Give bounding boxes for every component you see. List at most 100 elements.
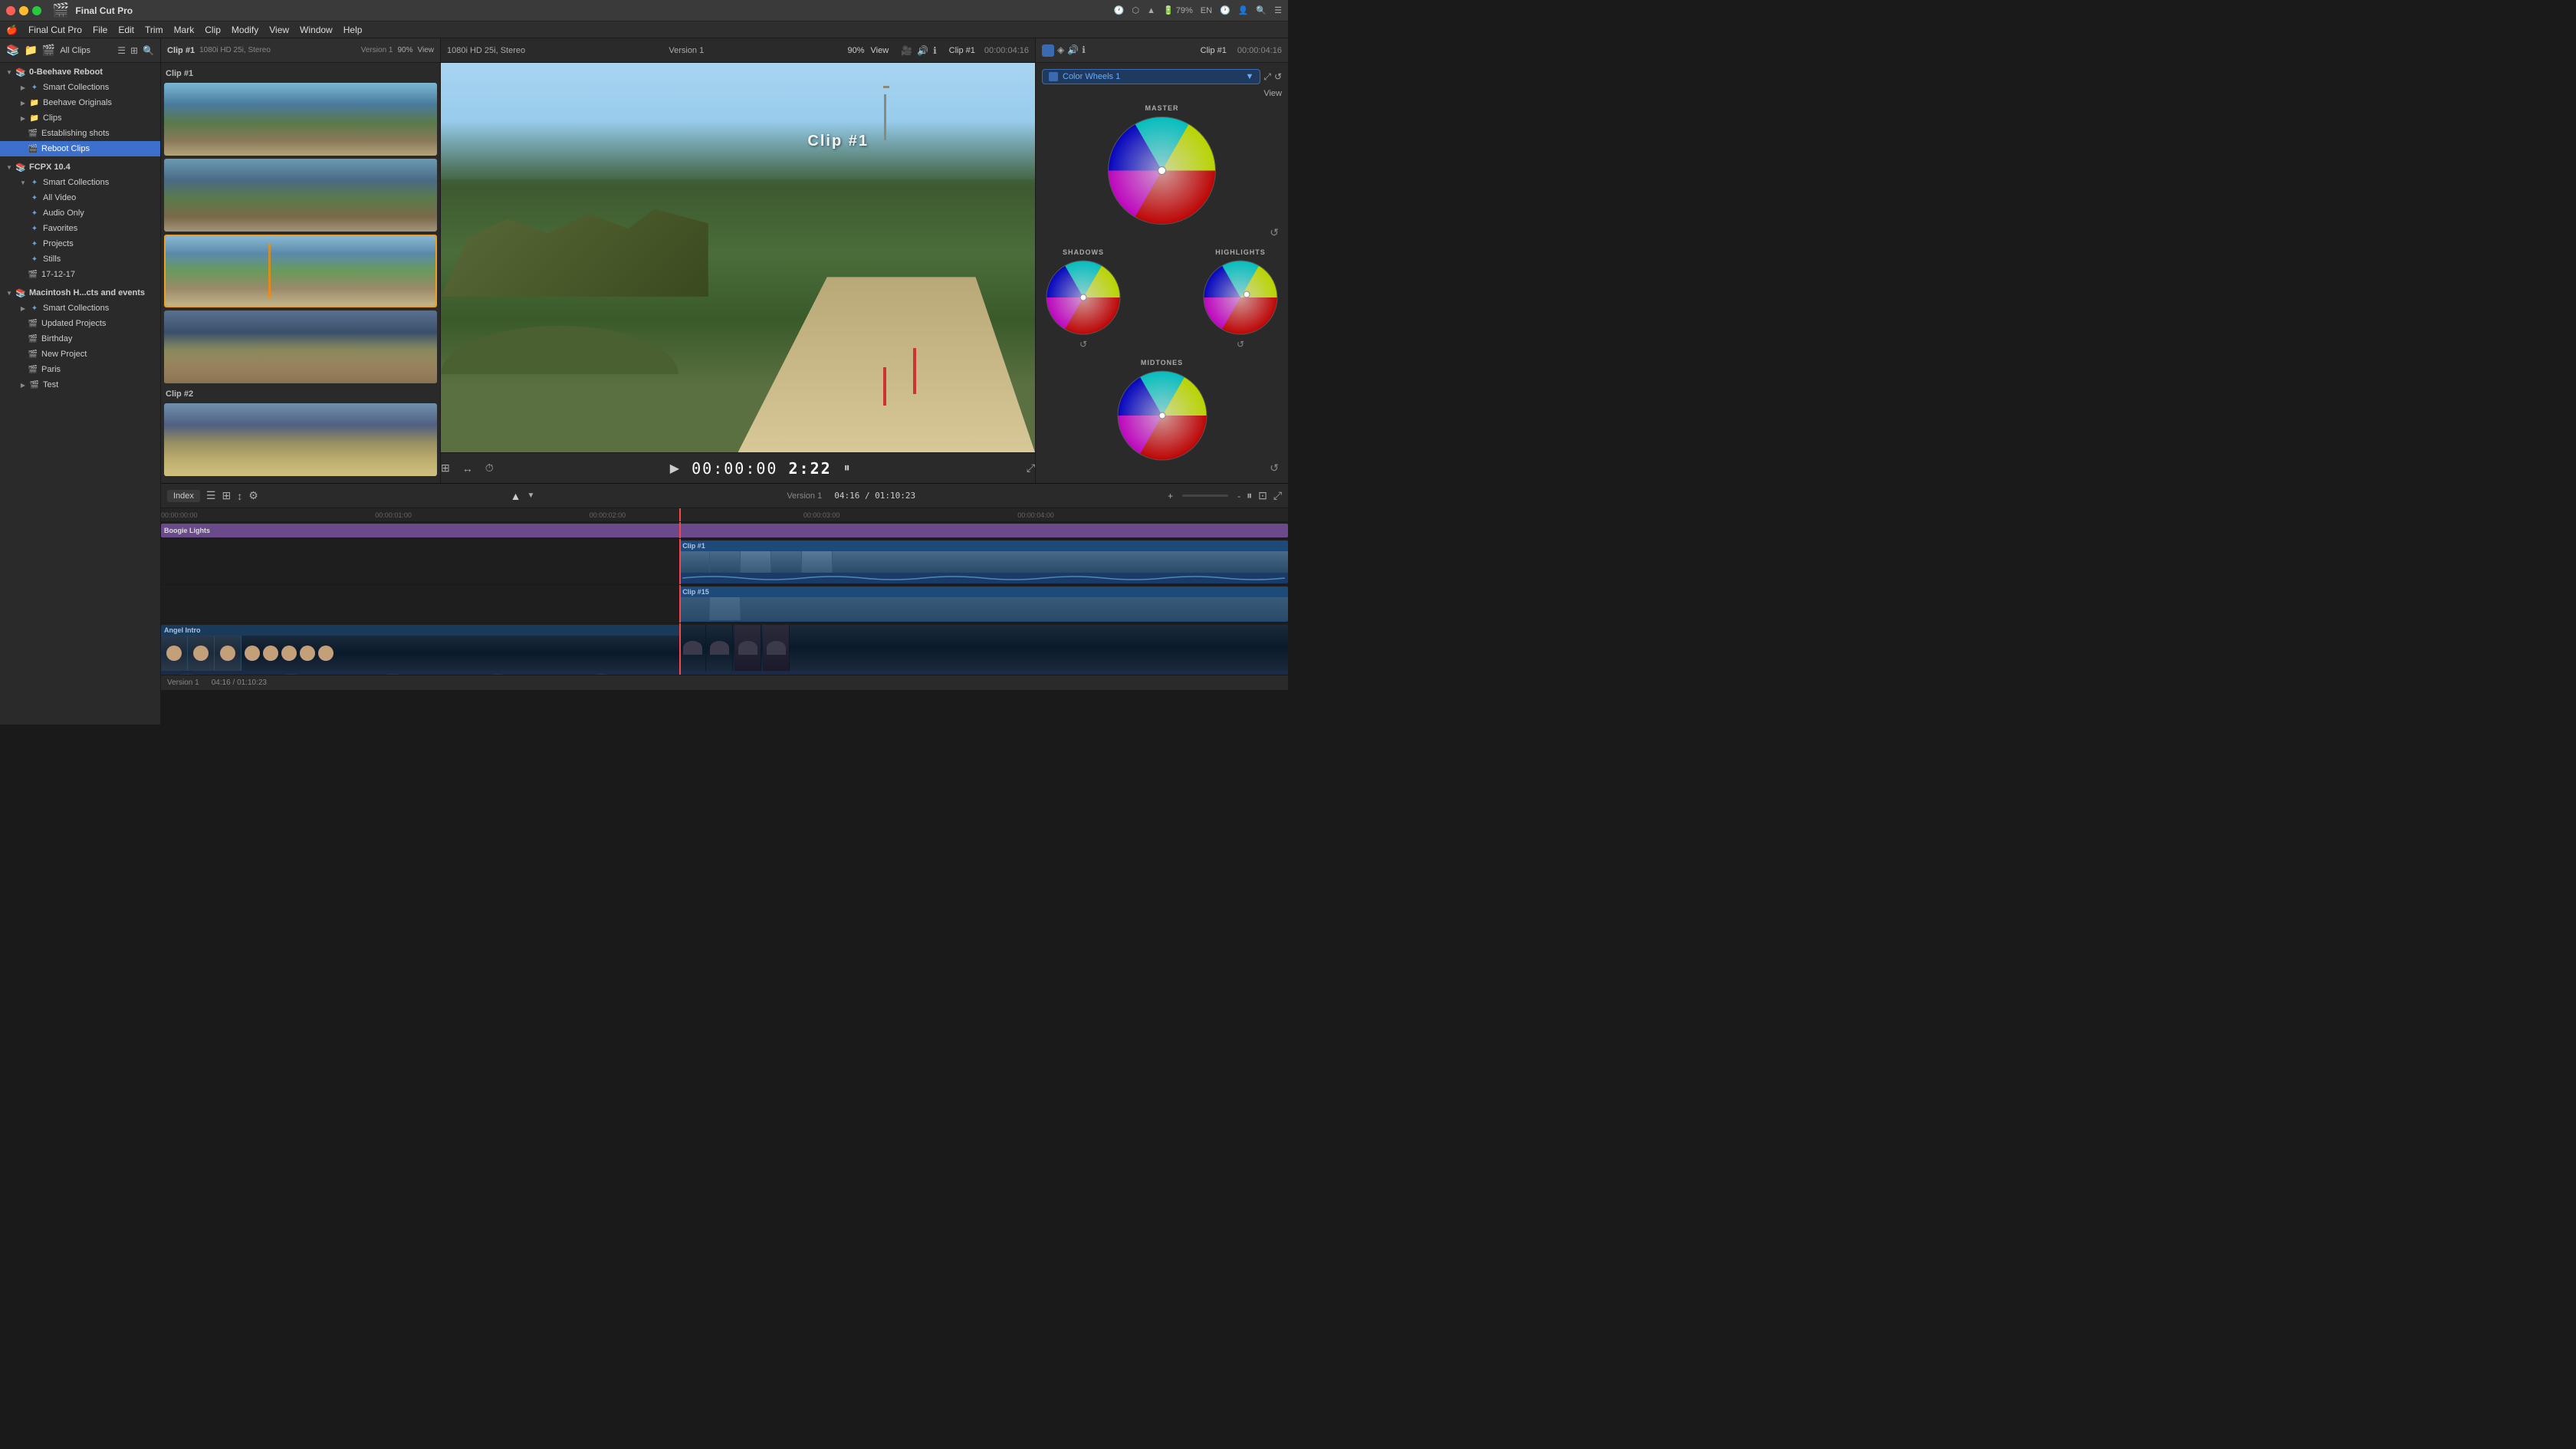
effect-checkbox[interactable] bbox=[1049, 72, 1058, 81]
layout-icon[interactable]: ⊞ bbox=[441, 462, 450, 475]
format-info: 1080i HD 25i, Stereo bbox=[447, 46, 525, 55]
clip-thumb-3-selected[interactable] bbox=[164, 235, 437, 307]
main-layout: 📚 📁 🎬 All Clips ☰ ⊞ 🔍 ▼ 📚 0-Beehave Rebo… bbox=[0, 38, 1288, 724]
settings-icon[interactable]: ⚙ bbox=[248, 489, 258, 502]
zoom-out-icon[interactable]: - bbox=[1237, 491, 1240, 501]
clip1-video-clip[interactable]: Clip #1 bbox=[679, 540, 1288, 583]
sidebar-item-all-video[interactable]: ✦ All Video bbox=[0, 190, 160, 205]
zoom-slider[interactable] bbox=[1182, 495, 1228, 497]
sidebar-item-stills[interactable]: ✦ Stills bbox=[0, 251, 160, 267]
titlebar: 🎬 Final Cut Pro 🕐 ⬡ ▲ 🔋 79% EN 🕐 👤 🔍 ☰ bbox=[0, 0, 1288, 21]
menu-help[interactable]: Help bbox=[343, 25, 363, 35]
sidebar-item-updated-projects[interactable]: 🎬 Updated Projects bbox=[0, 316, 160, 331]
pause-timeline-icon[interactable]: ⏸ bbox=[1247, 489, 1252, 502]
sidebar-item-beehave-originals[interactable]: ▶ 📁 Beehave Originals bbox=[0, 95, 160, 110]
expand-icon[interactable]: ⤢ bbox=[1263, 71, 1271, 83]
birthday-label: Birthday bbox=[41, 334, 72, 343]
audio-inspector-icon[interactable]: 🔊 bbox=[1067, 44, 1079, 57]
sidebar-item-smart-collections-3[interactable]: ▶ ✦ Smart Collections bbox=[0, 301, 160, 316]
library-fcpx-header[interactable]: ▼ 📚 FCPX 10.4 bbox=[0, 159, 160, 175]
master-color-wheel[interactable] bbox=[1106, 115, 1217, 226]
list-icon[interactable]: ☰ bbox=[206, 489, 216, 502]
menu-trim[interactable]: Trim bbox=[145, 25, 163, 35]
color-wheels-active-icon[interactable] bbox=[1042, 44, 1054, 57]
grid-view-icon[interactable]: ⊞ bbox=[130, 45, 138, 56]
info-inspector-icon[interactable]: ℹ bbox=[1082, 44, 1086, 57]
angel-waveform bbox=[161, 671, 679, 675]
expand-timeline-icon[interactable]: ⤢ bbox=[1273, 489, 1282, 502]
transform-icon[interactable]: ↔ bbox=[462, 462, 473, 475]
lut-icon[interactable]: ◈ bbox=[1057, 44, 1064, 57]
menu-edit[interactable]: Edit bbox=[118, 25, 134, 35]
menu-fcp[interactable]: Final Cut Pro bbox=[28, 25, 82, 35]
sidebar-item-establishing-shots[interactable]: 🎬 Establishing shots bbox=[0, 126, 160, 141]
info-icon[interactable]: ℹ bbox=[933, 45, 937, 56]
audio-icon[interactable]: 🔊 bbox=[917, 45, 928, 56]
fullscreen-icon[interactable]: ⤢ bbox=[1027, 462, 1035, 475]
speed-icon[interactable]: ⏱ bbox=[485, 462, 494, 475]
sidebar-search-icon[interactable]: 🔍 bbox=[143, 45, 154, 56]
sidebar-item-paris[interactable]: 🎬 Paris bbox=[0, 362, 160, 377]
shadows-reset-icon[interactable]: ↺ bbox=[1079, 339, 1087, 350]
angel-intro-clip[interactable]: Angel Intro bbox=[161, 625, 679, 675]
minimize-button[interactable] bbox=[19, 6, 28, 15]
sidebar-item-smart-collections-2[interactable]: ▼ ✦ Smart Collections bbox=[0, 175, 160, 190]
clip-thumb-5[interactable] bbox=[164, 403, 437, 476]
filmframe bbox=[802, 551, 833, 573]
viewer-view-btn[interactable]: View bbox=[871, 46, 889, 55]
sidebar-item-clips[interactable]: ▶ 📁 Clips bbox=[0, 110, 160, 126]
highlights-color-wheel[interactable] bbox=[1202, 259, 1279, 336]
select-tool-icon[interactable]: ▲ bbox=[511, 490, 521, 502]
sidebar-item-favorites[interactable]: ✦ Favorites bbox=[0, 221, 160, 236]
menu-view[interactable]: View bbox=[269, 25, 289, 35]
sidebar-item-17-12-17[interactable]: 🎬 17-12-17 bbox=[0, 267, 160, 282]
group-icon[interactable]: ↕ bbox=[237, 490, 242, 502]
pause-button[interactable]: ⏸ bbox=[844, 462, 850, 475]
index-label[interactable]: Index bbox=[167, 490, 200, 502]
menu-mark[interactable]: Mark bbox=[174, 25, 195, 35]
menu-window[interactable]: Window bbox=[300, 25, 333, 35]
master-reset-icon[interactable]: ↺ bbox=[1270, 226, 1279, 239]
viewer-zoom[interactable]: 90% bbox=[847, 46, 864, 55]
menu-clip[interactable]: Clip bbox=[205, 25, 221, 35]
highlights-reset-icon[interactable]: ↺ bbox=[1237, 339, 1244, 350]
library-macintosh-header[interactable]: ▼ 📚 Macintosh H...cts and events bbox=[0, 285, 160, 301]
tool-dropdown[interactable]: ▼ bbox=[527, 491, 535, 500]
right-clip-section[interactable] bbox=[679, 625, 1288, 675]
sidebar-item-smart-collections-1[interactable]: ▶ ✦ Smart Collections bbox=[0, 80, 160, 95]
sidebar-item-reboot-clips[interactable]: 🎬 Reboot Clips bbox=[0, 141, 160, 156]
clip15-clip[interactable]: Clip #15 bbox=[679, 586, 1288, 622]
effect-dropdown[interactable]: Color Wheels 1 ▼ bbox=[1042, 69, 1260, 84]
clip-thumb-4[interactable] bbox=[164, 310, 437, 383]
dome-shape bbox=[683, 641, 702, 655]
midtones-reset-icon[interactable]: ↺ bbox=[1270, 462, 1279, 475]
view-dropdown[interactable]: View bbox=[418, 46, 435, 54]
menu-modify[interactable]: Modify bbox=[232, 25, 258, 35]
clip-thumb-1[interactable] bbox=[164, 83, 437, 156]
play-button[interactable]: ▶ bbox=[670, 461, 679, 476]
sidebar-item-new-project[interactable]: 🎬 New Project bbox=[0, 347, 160, 362]
sidebar-item-birthday[interactable]: 🎬 Birthday bbox=[0, 331, 160, 347]
clip-thumb-2[interactable] bbox=[164, 159, 437, 232]
menu-file[interactable]: File bbox=[93, 25, 107, 35]
zoom-in-icon[interactable]: + bbox=[1168, 491, 1173, 501]
shadows-color-wheel[interactable] bbox=[1045, 259, 1122, 336]
control-center-icon[interactable]: ☰ bbox=[1274, 5, 1282, 15]
clip-box-icon[interactable]: ⊡ bbox=[1258, 489, 1267, 502]
sidebar-item-audio-only[interactable]: ✦ Audio Only bbox=[0, 205, 160, 221]
sidebar-item-test[interactable]: ▶ 🎬 Test bbox=[0, 377, 160, 393]
view-label[interactable]: View bbox=[1263, 89, 1282, 98]
library-0-beehave-header[interactable]: ▼ 📚 0-Beehave Reboot bbox=[0, 64, 160, 80]
midtones-color-wheel[interactable] bbox=[1116, 370, 1208, 462]
filmstrip-row-2 bbox=[679, 597, 1288, 620]
menu-apple[interactable]: 🍎 bbox=[6, 25, 18, 35]
sidebar-item-projects[interactable]: ✦ Projects bbox=[0, 236, 160, 251]
reset-effect-icon[interactable]: ↺ bbox=[1274, 71, 1282, 82]
close-button[interactable] bbox=[6, 6, 15, 15]
list-view-icon[interactable]: ☰ bbox=[117, 45, 126, 56]
clip-appearance-icon[interactable]: 🎥 bbox=[901, 45, 912, 56]
fullscreen-button[interactable] bbox=[32, 6, 41, 15]
clip-options-icon[interactable]: ⊞ bbox=[222, 489, 231, 502]
boogie-lights-clip[interactable]: Boogie Lights bbox=[161, 524, 1288, 537]
spotlight-icon[interactable]: 🔍 bbox=[1256, 5, 1267, 15]
